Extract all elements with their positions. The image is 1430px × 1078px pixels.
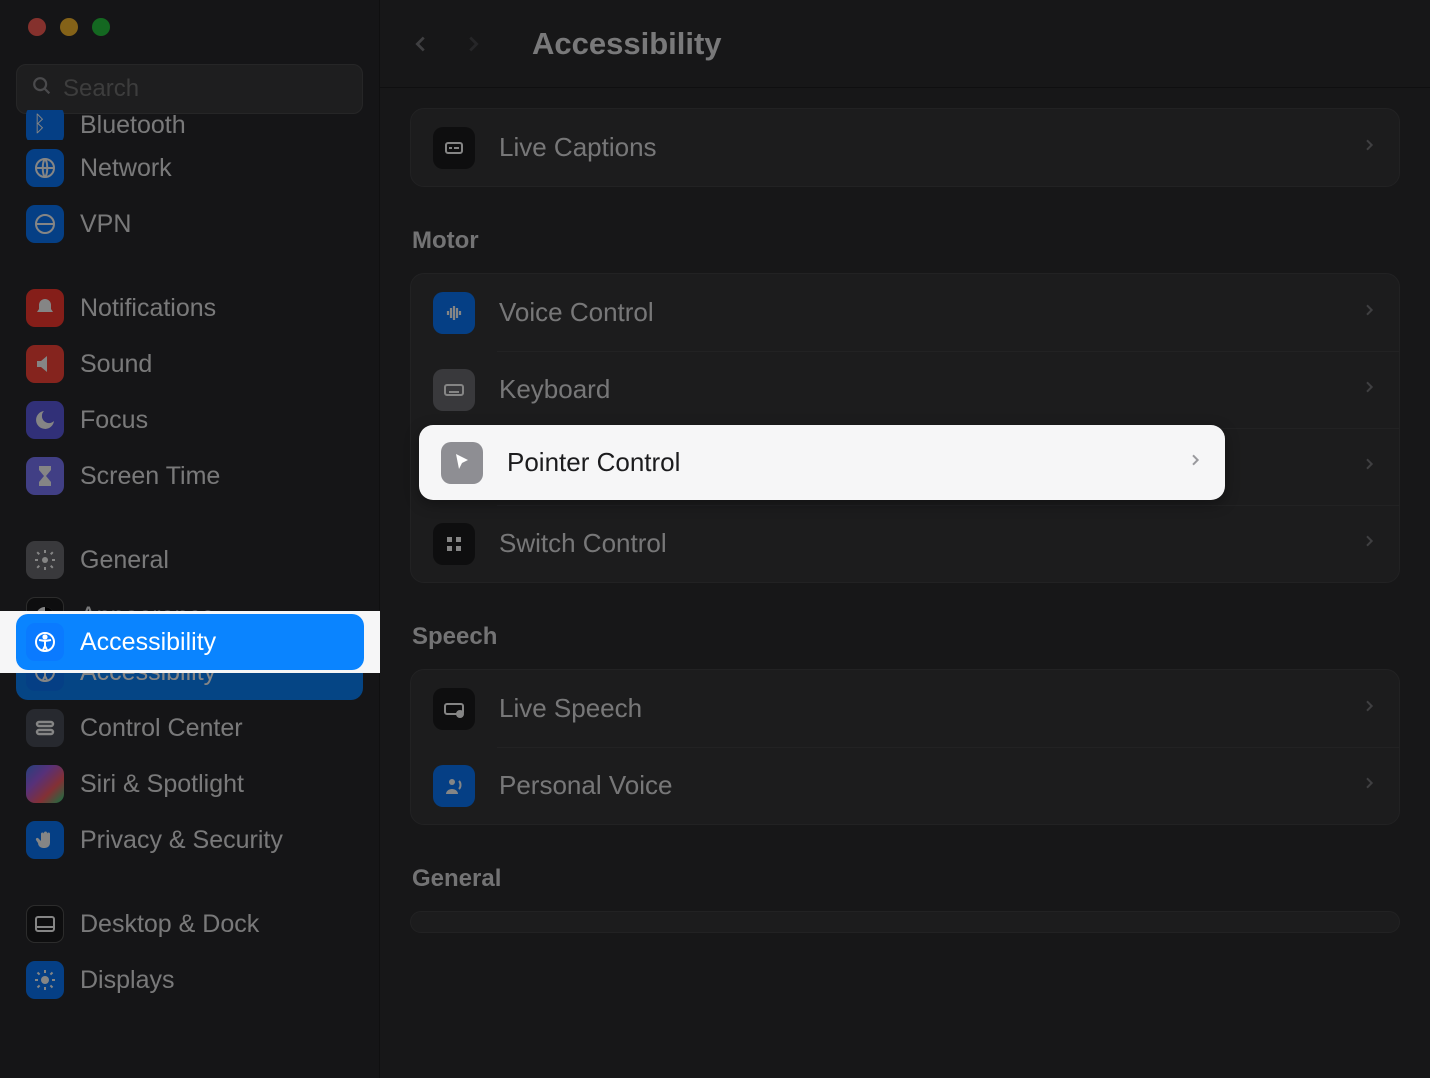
general-card-peek — [410, 911, 1400, 933]
section-label-general: General — [412, 865, 1398, 893]
chevron-left-icon — [410, 29, 432, 59]
row-label: Switch Control — [499, 528, 1337, 559]
sidebar-item-label: Displays — [80, 966, 174, 995]
chevron-right-icon — [462, 29, 484, 59]
sidebar-item-label: Screen Time — [80, 462, 220, 491]
voice-icon — [433, 292, 475, 334]
window-controls — [0, 18, 379, 36]
hearing-card-tail: Live Captions — [410, 108, 1400, 187]
row-label: Voice Control — [499, 297, 1337, 328]
sidebar-item-label: Siri & Spotlight — [80, 770, 244, 799]
row-personal-voice[interactable]: Personal Voice — [411, 747, 1399, 824]
chevron-right-icon — [1361, 696, 1377, 721]
sidebar-item-label: Accessibility — [80, 628, 216, 657]
sidebar: ᛒ Bluetooth Network VPN Notifications — [0, 0, 380, 1078]
row-label: Live Captions — [499, 132, 1337, 163]
forward-button[interactable] — [462, 29, 484, 59]
row-label: Personal Voice — [499, 770, 1337, 801]
row-live-speech[interactable]: Live Speech — [411, 670, 1399, 747]
grid-icon — [433, 523, 475, 565]
sidebar-highlight-accessibility: Accessibility — [0, 611, 380, 673]
row-label: Live Speech — [499, 693, 1337, 724]
section-label-speech: Speech — [412, 623, 1398, 651]
sidebar-item-vpn[interactable]: VPN — [16, 196, 363, 252]
chevron-right-icon — [1361, 135, 1377, 160]
sidebar-item-displays[interactable]: Displays — [16, 952, 363, 1008]
bluetooth-icon: ᛒ — [26, 110, 64, 140]
bell-icon — [26, 289, 64, 327]
search-icon — [31, 75, 53, 104]
sidebar-list: ᛒ Bluetooth Network VPN Notifications — [0, 110, 379, 1078]
section-label-motor: Motor — [412, 227, 1398, 255]
sidebar-item-desktop-dock[interactable]: Desktop & Dock — [16, 896, 363, 952]
person-voice-icon — [433, 765, 475, 807]
sidebar-item-sound[interactable]: Sound — [16, 336, 363, 392]
zoom-window-button[interactable] — [92, 18, 110, 36]
pointer-icon — [441, 442, 483, 484]
chevron-right-icon — [1361, 531, 1377, 556]
hourglass-icon — [26, 457, 64, 495]
chevron-right-icon — [1361, 377, 1377, 402]
row-switch-control[interactable]: Switch Control — [411, 505, 1399, 582]
page-title: Accessibility — [532, 26, 722, 62]
accessibility-icon — [26, 623, 64, 661]
chevron-right-icon — [1361, 300, 1377, 325]
close-window-button[interactable] — [28, 18, 46, 36]
minimize-window-button[interactable] — [60, 18, 78, 36]
sidebar-item-label: Bluetooth — [80, 111, 186, 140]
chevron-right-icon — [1361, 454, 1377, 479]
sidebar-item-general[interactable]: General — [16, 532, 363, 588]
row-keyboard[interactable]: Keyboard — [411, 351, 1399, 428]
keyboard-icon — [433, 369, 475, 411]
sidebar-item-label: General — [80, 546, 169, 575]
sidebar-item-control-center[interactable]: Control Center — [16, 700, 363, 756]
sidebar-item-label: Desktop & Dock — [80, 910, 259, 939]
chevron-right-icon — [1187, 450, 1203, 475]
globe-icon — [26, 149, 64, 187]
sidebar-item-label: Network — [80, 154, 172, 183]
sidebar-item-focus[interactable]: Focus — [16, 392, 363, 448]
sidebar-item-network[interactable]: Network — [16, 140, 363, 196]
switches-icon — [26, 709, 64, 747]
sidebar-item-siri-spotlight[interactable]: Siri & Spotlight — [16, 756, 363, 812]
toolbar: Accessibility — [380, 0, 1430, 88]
search-field[interactable] — [16, 64, 363, 114]
sidebar-item-label: Privacy & Security — [80, 826, 283, 855]
row-label: Pointer Control — [507, 447, 1163, 478]
row-label: Keyboard — [499, 374, 1337, 405]
sidebar-item-label: Control Center — [80, 714, 243, 743]
row-voice-control[interactable]: Voice Control — [411, 274, 1399, 351]
hand-icon — [26, 821, 64, 859]
sound-icon — [26, 345, 64, 383]
chevron-right-icon — [1361, 773, 1377, 798]
sidebar-item-privacy-security[interactable]: Privacy & Security — [16, 812, 363, 868]
sidebar-item-notifications[interactable]: Notifications — [16, 280, 363, 336]
row-pointer-control-highlight[interactable]: Pointer Control — [419, 425, 1225, 500]
globe-icon — [26, 205, 64, 243]
back-button[interactable] — [410, 29, 432, 59]
sidebar-item-label: Notifications — [80, 294, 216, 323]
sidebar-item-label: Sound — [80, 350, 152, 379]
search-input[interactable] — [63, 75, 373, 103]
keyboard-speech-icon — [433, 688, 475, 730]
sidebar-item-screen-time[interactable]: Screen Time — [16, 448, 363, 504]
captions-icon — [433, 127, 475, 169]
sidebar-item-bluetooth[interactable]: ᛒ Bluetooth — [16, 110, 363, 140]
row-live-captions[interactable]: Live Captions — [411, 109, 1399, 186]
siri-icon — [26, 765, 64, 803]
sidebar-item-label: VPN — [80, 210, 131, 239]
sidebar-item-label: Focus — [80, 406, 148, 435]
speech-card: Live Speech Personal Voice — [410, 669, 1400, 825]
dock-icon — [26, 905, 64, 943]
settings-window: ᛒ Bluetooth Network VPN Notifications — [0, 0, 1430, 1078]
brightness-icon — [26, 961, 64, 999]
content-area: Live Captions Motor Voice Control Keyboa… — [380, 88, 1430, 1078]
gear-icon — [26, 541, 64, 579]
main-panel: Accessibility Live Captions Motor Voice … — [380, 0, 1430, 1078]
search-container — [0, 64, 379, 114]
moon-icon — [26, 401, 64, 439]
sidebar-item-accessibility[interactable]: Accessibility — [16, 614, 364, 670]
